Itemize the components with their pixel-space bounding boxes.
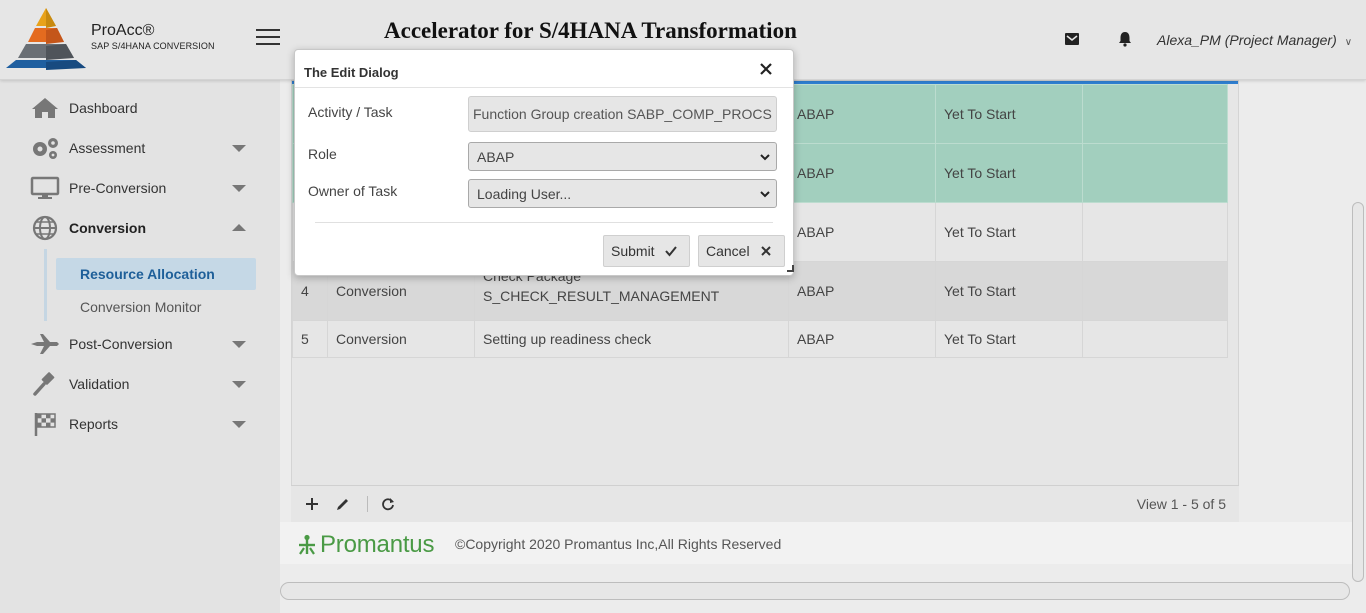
- submit-label: Submit: [611, 243, 655, 259]
- row-role: ABAP: [788, 320, 936, 358]
- home-icon: [30, 96, 60, 120]
- role-select[interactable]: ABAP: [468, 142, 777, 171]
- checkmark-icon: [664, 244, 678, 258]
- close-icon[interactable]: [758, 61, 774, 77]
- user-menu[interactable]: Alexa_PM (Project Manager) ∨: [1157, 32, 1352, 48]
- sidebar-item-post-conversion[interactable]: Post-Conversion: [30, 330, 258, 358]
- sidebar-item-conversion[interactable]: Conversion: [30, 214, 258, 242]
- sidebar-subitem-resource-allocation[interactable]: Resource Allocation: [56, 258, 256, 290]
- row-owner: [1082, 143, 1228, 203]
- activity-task-label: Activity / Task: [308, 104, 393, 120]
- pager-separator: [367, 496, 368, 512]
- proacc-pyramid-logo: [2, 6, 90, 70]
- sidebar-item-assessment[interactable]: Assessment: [30, 134, 258, 162]
- monitor-icon: [30, 176, 60, 200]
- sidebar-item-validation[interactable]: Validation: [30, 370, 258, 398]
- chevron-down-icon: [760, 154, 770, 161]
- caret-down-icon: [232, 185, 246, 192]
- horizontal-scrollbar[interactable]: [280, 582, 1350, 600]
- role-label: Role: [308, 146, 337, 162]
- row-role: ABAP: [788, 84, 936, 144]
- caret-down-icon: [232, 381, 246, 388]
- sidebar-item-label: Post-Conversion: [69, 336, 173, 352]
- row-status: Yet To Start: [935, 202, 1083, 262]
- row-role: ABAP: [788, 143, 936, 203]
- row-owner: [1082, 261, 1228, 321]
- row-task: Setting up readiness check: [474, 320, 789, 358]
- vertical-scrollbar[interactable]: [1352, 202, 1364, 582]
- sidebar-subitem-conversion-monitor[interactable]: Conversion Monitor: [56, 291, 256, 323]
- hamburger-menu-icon[interactable]: [256, 29, 280, 47]
- row-task-line: S_CHECK_RESULT_MANAGEMENT: [483, 288, 720, 304]
- mail-icon[interactable]: [1064, 31, 1080, 47]
- globe-icon: [30, 215, 60, 241]
- sidebar: Dashboard Assessment Pre-Conversion Conv…: [0, 80, 280, 613]
- sidebar-item-label: Conversion: [69, 220, 147, 236]
- row-status: Yet To Start: [935, 84, 1083, 144]
- role-selected-value: ABAP: [477, 148, 515, 165]
- submenu-indicator-line: [44, 249, 47, 321]
- caret-up-icon: [232, 224, 246, 231]
- dialog-title: The Edit Dialog: [304, 65, 399, 80]
- caret-down-icon: [232, 145, 246, 152]
- submit-button[interactable]: Submit: [603, 235, 690, 267]
- row-number: 5: [292, 320, 328, 358]
- gears-icon: [30, 136, 60, 160]
- dialog-resize-handle[interactable]: [787, 265, 794, 272]
- sidebar-item-label: Reports: [69, 416, 119, 432]
- airplane-icon: [30, 332, 60, 356]
- sidebar-item-pre-conversion[interactable]: Pre-Conversion: [30, 174, 258, 202]
- sidebar-item-label: Validation: [69, 376, 130, 392]
- checkered-flag-icon: [30, 412, 60, 436]
- activity-task-field[interactable]: Function Group creation SABP_COMP_PROCS: [468, 96, 777, 132]
- owner-selected-value: Loading User...: [477, 185, 572, 202]
- row-role: ABAP: [788, 202, 936, 262]
- sidebar-item-dashboard[interactable]: Dashboard: [30, 94, 258, 122]
- sidebar-item-label: Dashboard: [69, 100, 138, 116]
- cancel-label: Cancel: [706, 243, 750, 259]
- page-footer: Promantus ©Copyright 2020 Promantus Inc,…: [280, 522, 1352, 564]
- pager-record-count: View 1 - 5 of 5: [1136, 496, 1226, 512]
- cancel-button[interactable]: Cancel: [698, 235, 785, 267]
- row-status: Yet To Start: [935, 320, 1083, 358]
- grid-pager: View 1 - 5 of 5: [291, 485, 1239, 522]
- row-owner: [1082, 84, 1228, 144]
- sidebar-item-label: Assessment: [69, 140, 146, 156]
- row-owner: [1082, 320, 1228, 358]
- dialog-header: The Edit Dialog: [295, 50, 793, 88]
- sidebar-item-reports[interactable]: Reports: [30, 410, 258, 438]
- page-title: Accelerator for S/4HANA Transformation: [384, 18, 797, 43]
- gavel-icon: [30, 372, 60, 396]
- edit-pencil-icon[interactable]: [334, 495, 352, 513]
- add-row-icon[interactable]: [303, 495, 321, 513]
- brand-subtitle: SAP S/4HANA CONVERSION: [91, 41, 215, 51]
- caret-down-icon: [232, 421, 246, 428]
- edit-dialog: The Edit Dialog Activity / Task Function…: [294, 49, 794, 276]
- chevron-down-icon: ∨: [1344, 37, 1353, 48]
- table-row[interactable]: 5 Conversion Setting up readiness check …: [292, 320, 1228, 358]
- copyright-text: ©Copyright 2020 Promantus Inc,All Rights…: [455, 536, 782, 552]
- sidebar-item-label: Pre-Conversion: [69, 180, 167, 196]
- row-phase: Conversion: [327, 320, 475, 358]
- row-status: Yet To Start: [935, 261, 1083, 321]
- row-role: ABAP: [788, 261, 936, 321]
- owner-of-task-label: Owner of Task: [308, 183, 398, 199]
- close-icon: [759, 244, 773, 258]
- caret-down-icon: [232, 341, 246, 348]
- bell-icon[interactable]: [1116, 30, 1134, 48]
- promantus-logo-text: Promantus: [320, 531, 435, 558]
- user-name: Alexa_PM (Project Manager): [1157, 32, 1337, 48]
- row-status: Yet To Start: [935, 143, 1083, 203]
- owner-of-task-select[interactable]: Loading User...: [468, 179, 777, 208]
- refresh-icon[interactable]: [379, 495, 397, 513]
- brand-name: ProAcc®: [91, 22, 155, 39]
- promantus-logo: Promantus: [296, 531, 434, 559]
- row-owner: [1082, 202, 1228, 262]
- dialog-divider: [315, 222, 773, 223]
- chevron-down-icon: [760, 191, 770, 198]
